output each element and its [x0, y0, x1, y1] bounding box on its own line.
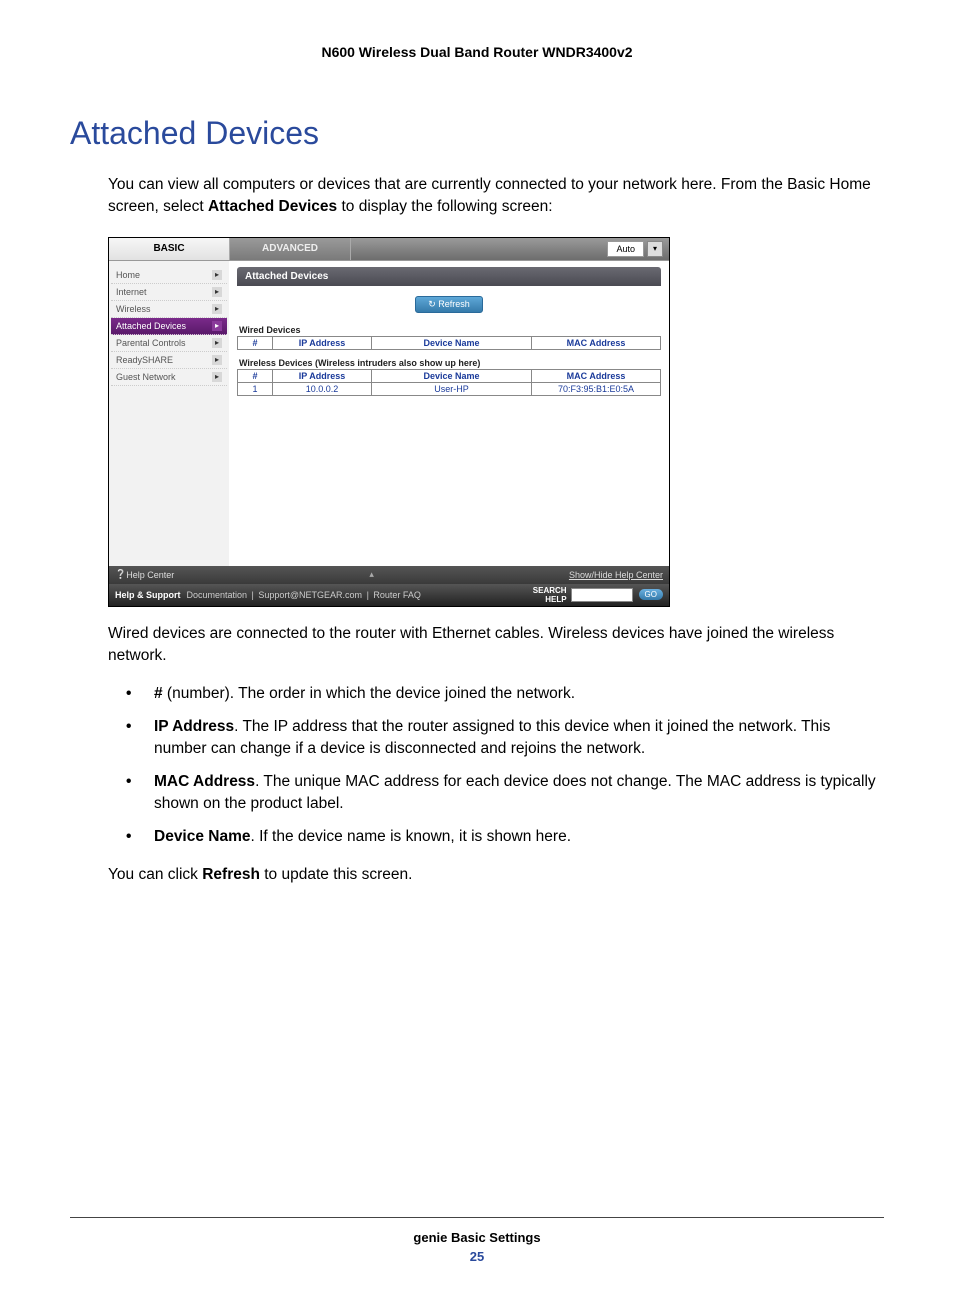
link-documentation[interactable]: Documentation — [187, 590, 248, 600]
intro-bold: Attached Devices — [208, 198, 337, 215]
help-center-label: Help Center — [126, 570, 174, 580]
sidebar-item-attached-devices[interactable]: Attached Devices ▸ — [111, 318, 227, 335]
sidebar-item-label: Home — [116, 270, 140, 280]
sidebar: Home ▸ Internet ▸ Wireless ▸ Attached Devices ▸… — [109, 261, 229, 566]
router-ui-screenshot: BASIC ADVANCED Auto ▾ Home▸Internet▸Wire… — [108, 237, 670, 607]
closing-pre: You can click — [108, 866, 202, 883]
refresh-button[interactable]: ↻ Refresh — [415, 296, 483, 313]
bullet-text: . The IP address that the router assigne… — [154, 718, 830, 757]
col-mac: MAC Address — [532, 336, 661, 349]
doc-header: N600 Wireless Dual Band Router WNDR3400v… — [70, 44, 884, 60]
bullet-text: . The unique MAC address for each device… — [154, 773, 876, 812]
bullet-mac-address: MAC Address. The unique MAC address for … — [126, 771, 884, 816]
bullet-ip-address: IP Address. The IP address that the rout… — [126, 716, 884, 761]
link-support-email[interactable]: Support@NETGEAR.com — [258, 590, 362, 600]
sidebar-item-readyshare[interactable]: ReadySHARE ▸ — [111, 352, 227, 369]
tab-advanced[interactable]: ADVANCED — [230, 238, 351, 260]
chevron-right-icon: ▸ — [212, 355, 222, 365]
cell-ip: 10.0.0.2 — [273, 382, 372, 395]
col-dev: Device Name — [372, 369, 532, 382]
chevron-right-icon: ▸ — [212, 304, 222, 314]
language-value: Auto — [607, 241, 644, 257]
sidebar-item-label: Parental Controls — [116, 338, 186, 348]
go-button[interactable]: GO — [639, 589, 663, 600]
wired-devices-label: Wired Devices — [239, 325, 661, 335]
panel-title: Attached Devices — [237, 267, 661, 286]
wireless-devices-label: Wireless Devices (Wireless intruders als… — [239, 358, 661, 368]
search-input[interactable] — [571, 588, 633, 602]
chevron-right-icon: ▸ — [212, 321, 222, 331]
bullet-label: # — [154, 685, 163, 702]
intro-p2: to display the following screen: — [337, 198, 552, 215]
col-num: # — [238, 336, 273, 349]
closing-bold: Refresh — [202, 866, 260, 883]
chevron-right-icon: ▸ — [212, 270, 222, 280]
sidebar-item-home[interactable]: Home ▸ — [111, 267, 227, 284]
section-title: Attached Devices — [70, 115, 884, 152]
col-mac: MAC Address — [532, 369, 661, 382]
chevron-right-icon: ▸ — [212, 372, 222, 382]
sidebar-item-label: Wireless — [116, 304, 151, 314]
sidebar-item-label: Guest Network — [116, 372, 176, 382]
bullet-text: . If the device name is known, it is sho… — [251, 828, 572, 845]
sidebar-item-parental-controls[interactable]: Parental Controls ▸ — [111, 335, 227, 352]
col-ip: IP Address — [273, 369, 372, 382]
sidebar-item-label: Internet — [116, 287, 147, 297]
col-num: # — [238, 369, 273, 382]
bullet-number: # (number). The order in which the devic… — [126, 683, 884, 705]
after-figure-paragraph: Wired devices are connected to the route… — [108, 623, 884, 668]
chevron-down-icon[interactable]: ▾ — [647, 241, 663, 257]
table-row: 110.0.0.2User-HP70:F3:95:B1:E0:5A — [238, 382, 661, 395]
chevron-right-icon: ▸ — [212, 338, 222, 348]
top-spacer — [351, 238, 601, 260]
show-hide-help-link[interactable]: Show/Hide Help Center — [569, 570, 663, 580]
closing-paragraph: You can click Refresh to update this scr… — [108, 864, 884, 886]
link-router-faq[interactable]: Router FAQ — [373, 590, 421, 600]
bullet-text: (number). The order in which the device … — [163, 685, 575, 702]
sidebar-item-label: ReadySHARE — [116, 355, 173, 365]
footer-page-number: 25 — [70, 1249, 884, 1264]
main-panel: Attached Devices ↻ Refresh Wired Devices… — [229, 261, 669, 566]
page-footer: genie Basic Settings 25 — [70, 1217, 884, 1264]
cell-num: 1 — [238, 382, 273, 395]
sidebar-item-wireless[interactable]: Wireless ▸ — [111, 301, 227, 318]
sidebar-item-internet[interactable]: Internet ▸ — [111, 284, 227, 301]
closing-post: to update this screen. — [260, 866, 413, 883]
wireless-devices-table: # IP Address Device Name MAC Address 110… — [237, 369, 661, 396]
col-ip: IP Address — [273, 336, 372, 349]
footer-bar: Help & Support Documentation | Support@N… — [109, 584, 669, 606]
footer-chapter: genie Basic Settings — [70, 1230, 884, 1245]
help-support-label: Help & Support — [115, 590, 181, 600]
wired-devices-table: # IP Address Device Name MAC Address — [237, 336, 661, 350]
language-selector[interactable]: Auto ▾ — [601, 238, 669, 260]
field-definitions-list: # (number). The order in which the devic… — [126, 683, 884, 848]
help-center-bar: ❔ Help Center ▴ Show/Hide Help Center — [109, 566, 669, 584]
sidebar-item-guest-network[interactable]: Guest Network ▸ — [111, 369, 227, 386]
bullet-label: Device Name — [154, 828, 251, 845]
tab-basic[interactable]: BASIC — [109, 238, 230, 260]
col-dev: Device Name — [372, 336, 532, 349]
intro-paragraph: You can view all computers or devices th… — [108, 174, 884, 219]
sidebar-item-label: Attached Devices — [116, 321, 186, 331]
collapse-icon[interactable]: ▴ — [174, 569, 569, 580]
cell-mac: 70:F3:95:B1:E0:5A — [532, 382, 661, 395]
chevron-right-icon: ▸ — [212, 287, 222, 297]
bullet-device-name: Device Name. If the device name is known… — [126, 826, 884, 848]
bullet-label: MAC Address — [154, 773, 255, 790]
cell-dev: User-HP — [372, 382, 532, 395]
bullet-label: IP Address — [154, 718, 234, 735]
search-help-label: SEARCHHELP — [533, 586, 571, 604]
help-info-icon: ❔ — [115, 569, 126, 580]
refresh-label: Refresh — [438, 299, 470, 309]
